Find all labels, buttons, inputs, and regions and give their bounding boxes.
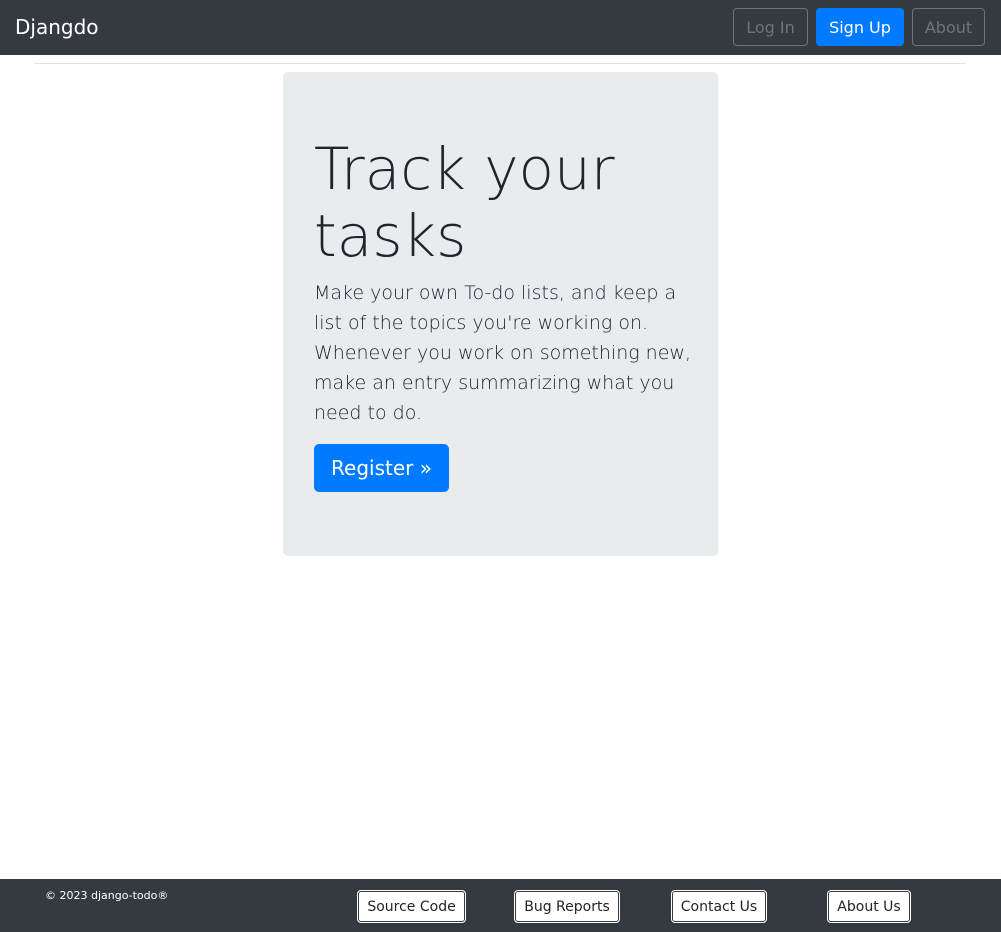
- hero-title: Track your tasks: [314, 135, 615, 270]
- source-code-button[interactable]: Source Code: [358, 891, 465, 922]
- hero-jumbotron: Track your tasks Make your own To-do lis…: [283, 72, 718, 556]
- footer: © 2023 django-todo® Source Code Bug Repo…: [0, 879, 1001, 932]
- hero-lead-text: Make your own To-do lists, and keep a li…: [314, 282, 691, 424]
- register-button[interactable]: Register »: [314, 444, 449, 492]
- signup-button[interactable]: Sign Up: [816, 8, 904, 46]
- brand-link[interactable]: Djangdo: [15, 0, 99, 55]
- about-us-button[interactable]: About Us: [828, 891, 910, 922]
- about-button[interactable]: About: [912, 8, 985, 46]
- copyright-text: © 2023 django-todo®: [45, 889, 169, 902]
- top-navbar: Djangdo Log In Sign Up About: [0, 0, 1001, 55]
- bug-reports-button[interactable]: Bug Reports: [515, 891, 619, 922]
- login-button[interactable]: Log In: [733, 8, 808, 46]
- contact-us-button[interactable]: Contact Us: [672, 891, 766, 922]
- header-divider: [35, 63, 965, 64]
